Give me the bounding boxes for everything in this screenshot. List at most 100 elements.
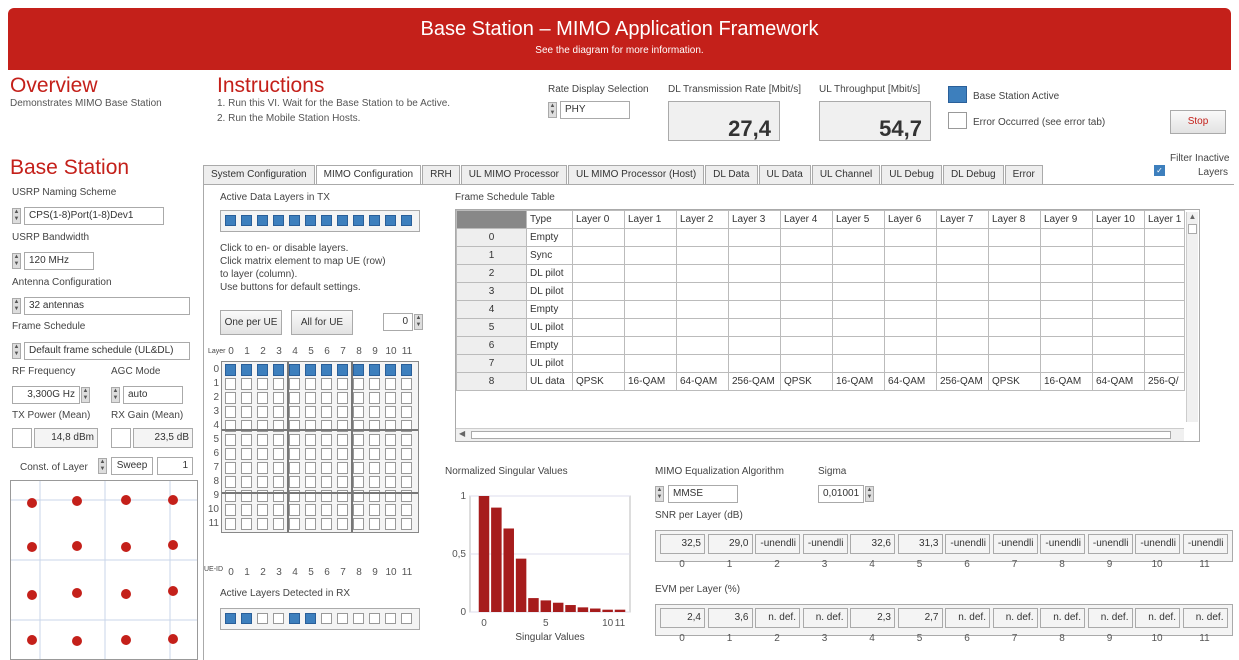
matrix-cell[interactable] bbox=[401, 392, 412, 404]
table-cell[interactable] bbox=[1092, 318, 1145, 337]
ue-spin-icon[interactable]: ▲ ▼ bbox=[414, 314, 423, 330]
matrix-cell[interactable] bbox=[305, 406, 316, 418]
matrix-cell[interactable] bbox=[385, 462, 396, 474]
table-cell[interactable] bbox=[572, 300, 625, 319]
matrix-cell[interactable] bbox=[353, 448, 364, 460]
ue-number-field[interactable]: 0 bbox=[383, 313, 413, 331]
table-cell[interactable] bbox=[1092, 354, 1145, 373]
matrix-cell[interactable] bbox=[305, 434, 316, 446]
table-cell[interactable] bbox=[676, 282, 729, 301]
table-cell[interactable] bbox=[832, 264, 885, 283]
tab-system-configuration[interactable]: System Configuration bbox=[203, 165, 315, 184]
h-scroll-thumb[interactable] bbox=[471, 431, 1171, 439]
table-cell[interactable] bbox=[936, 336, 989, 355]
matrix-cell[interactable] bbox=[273, 378, 284, 390]
table-cell[interactable] bbox=[832, 354, 885, 373]
table-cell[interactable] bbox=[988, 300, 1041, 319]
matrix-cell[interactable] bbox=[369, 504, 380, 516]
table-cell[interactable] bbox=[1040, 300, 1093, 319]
table-cell[interactable] bbox=[1092, 264, 1145, 283]
table-cell[interactable] bbox=[1040, 264, 1093, 283]
matrix-cell[interactable] bbox=[337, 364, 348, 376]
const-layer-field[interactable]: 1 bbox=[157, 457, 193, 475]
table-cell[interactable] bbox=[1092, 246, 1145, 265]
tab-error[interactable]: Error bbox=[1004, 165, 1043, 184]
table-cell[interactable] bbox=[1040, 336, 1093, 355]
table-cell[interactable] bbox=[728, 264, 781, 283]
table-cell[interactable] bbox=[988, 336, 1041, 355]
matrix-cell[interactable] bbox=[241, 476, 252, 488]
matrix-cell[interactable] bbox=[337, 434, 348, 446]
matrix-cell[interactable] bbox=[353, 434, 364, 446]
table-h-scrollbar[interactable]: ◀ bbox=[456, 428, 1184, 441]
table-cell[interactable] bbox=[988, 228, 1041, 247]
table-cell[interactable]: 6 bbox=[456, 336, 527, 355]
table-cell[interactable] bbox=[728, 300, 781, 319]
table-cell[interactable]: 256-QAM bbox=[936, 372, 989, 391]
table-cell[interactable] bbox=[572, 318, 625, 337]
matrix-cell[interactable] bbox=[401, 364, 412, 376]
matrix-cell[interactable] bbox=[337, 462, 348, 474]
table-cell[interactable] bbox=[624, 246, 677, 265]
matrix-cell[interactable] bbox=[369, 406, 380, 418]
table-cell[interactable] bbox=[936, 318, 989, 337]
tx-layer-toggle[interactable] bbox=[321, 215, 332, 226]
matrix-cell[interactable] bbox=[401, 434, 412, 446]
matrix-cell[interactable] bbox=[289, 434, 300, 446]
table-cell[interactable] bbox=[988, 264, 1041, 283]
matrix-cell[interactable] bbox=[273, 392, 284, 404]
table-cell[interactable] bbox=[1143, 228, 1186, 247]
matrix-cell[interactable] bbox=[353, 518, 364, 530]
table-v-scrollbar[interactable]: ▲ bbox=[1186, 212, 1198, 422]
matrix-cell[interactable] bbox=[369, 462, 380, 474]
table-cell[interactable]: 5 bbox=[456, 318, 527, 337]
table-cell[interactable] bbox=[884, 318, 937, 337]
sigma-spin-icon[interactable]: ▲ ▼ bbox=[865, 486, 874, 502]
tx-layer-toggle[interactable] bbox=[353, 215, 364, 226]
matrix-cell[interactable] bbox=[353, 476, 364, 488]
tx-layer-toggle[interactable] bbox=[241, 215, 252, 226]
matrix-cell[interactable] bbox=[241, 392, 252, 404]
table-cell[interactable] bbox=[780, 300, 833, 319]
matrix-cell[interactable] bbox=[369, 364, 380, 376]
table-cell[interactable]: 3 bbox=[456, 282, 527, 301]
table-cell[interactable] bbox=[1040, 246, 1093, 265]
table-cell[interactable] bbox=[988, 282, 1041, 301]
table-cell[interactable] bbox=[780, 336, 833, 355]
tab-ul-data[interactable]: UL Data bbox=[758, 165, 811, 184]
tx-layer-toggle[interactable] bbox=[369, 215, 380, 226]
table-cell[interactable] bbox=[832, 228, 885, 247]
table-row[interactable]: 5 UL pilot bbox=[456, 318, 1186, 337]
table-cell[interactable] bbox=[572, 246, 625, 265]
table-cell[interactable]: Empty bbox=[526, 228, 573, 247]
matrix-cell[interactable] bbox=[225, 406, 236, 418]
matrix-cell[interactable] bbox=[337, 518, 348, 530]
matrix-cell[interactable] bbox=[385, 476, 396, 488]
frame-schedule-field[interactable]: Default frame schedule (UL&DL) bbox=[24, 342, 190, 360]
bandwidth-field[interactable]: 120 MHz bbox=[24, 252, 94, 270]
table-cell[interactable] bbox=[1143, 264, 1186, 283]
matrix-cell[interactable] bbox=[225, 462, 236, 474]
tab-ul-mimo-processor[interactable]: UL MIMO Processor bbox=[460, 165, 567, 184]
tab-dl-data[interactable]: DL Data bbox=[705, 165, 758, 184]
scroll-thumb[interactable] bbox=[1188, 224, 1197, 234]
table-cell[interactable] bbox=[676, 318, 729, 337]
matrix-cell[interactable] bbox=[257, 476, 268, 488]
matrix-cell[interactable] bbox=[289, 364, 300, 376]
table-cell[interactable] bbox=[1143, 300, 1186, 319]
table-cell[interactable]: 64-QAM bbox=[676, 372, 729, 391]
matrix-cell[interactable] bbox=[225, 518, 236, 530]
matrix-cell[interactable] bbox=[385, 378, 396, 390]
table-cell[interactable] bbox=[780, 282, 833, 301]
matrix-cell[interactable] bbox=[321, 518, 332, 530]
matrix-cell[interactable] bbox=[321, 476, 332, 488]
sigma-field[interactable]: 0,01001 bbox=[818, 485, 864, 503]
rf-frequency-field[interactable]: 3,300G Hz bbox=[12, 386, 80, 404]
table-cell[interactable] bbox=[780, 354, 833, 373]
matrix-cell[interactable] bbox=[337, 448, 348, 460]
table-cell[interactable]: 64-QAM bbox=[884, 372, 937, 391]
table-cell[interactable] bbox=[1143, 354, 1186, 373]
table-cell[interactable] bbox=[728, 246, 781, 265]
matrix-cell[interactable] bbox=[273, 364, 284, 376]
table-cell[interactable]: QPSK bbox=[780, 372, 833, 391]
